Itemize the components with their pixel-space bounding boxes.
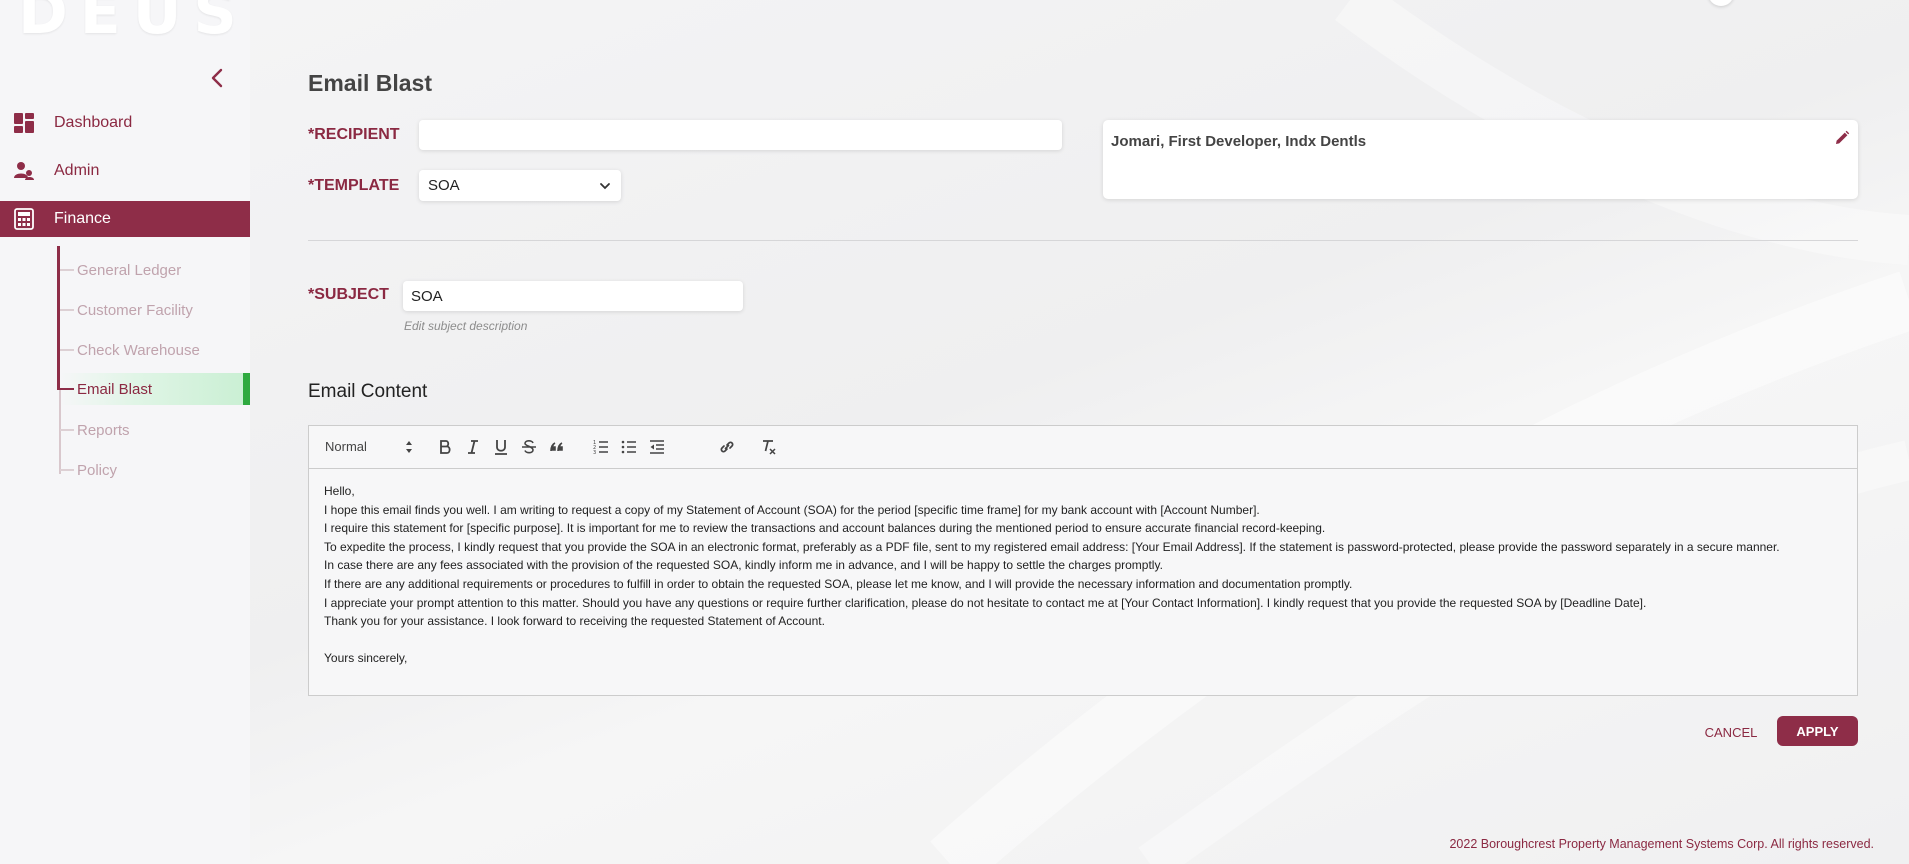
ordered-list-icon[interactable]: 123: [591, 437, 611, 457]
subject-hint: Edit subject description: [404, 319, 528, 333]
section-divider: [308, 240, 1858, 241]
sidebar-subitem-email-blast[interactable]: Email Blast: [60, 373, 250, 405]
sidebar-item-dashboard[interactable]: Dashboard: [0, 105, 250, 141]
email-body-line: In case there are any fees associated wi…: [324, 558, 1163, 573]
selected-recipients-card: Jomari, First Developer, Indx Dentls: [1103, 120, 1858, 199]
apply-button[interactable]: APPLY: [1777, 716, 1858, 746]
underline-icon[interactable]: [491, 437, 511, 457]
app-logo: DEUS: [18, 0, 249, 48]
email-body-line: Thank you for your assistance. I look fo…: [324, 614, 825, 629]
footer-copyright: 2022 Boroughcrest Property Management Sy…: [1449, 837, 1874, 851]
recipient-label: *RECIPIENT: [308, 126, 400, 143]
bullet-list-icon[interactable]: [619, 437, 639, 457]
bold-icon[interactable]: [435, 437, 455, 457]
email-body-line: To expedite the process, I kindly reques…: [324, 539, 1780, 554]
email-body-editor[interactable]: Hello, I hope this email finds you well.…: [309, 469, 1857, 668]
blockquote-icon[interactable]: [547, 437, 567, 457]
admin-users-icon: [13, 160, 35, 182]
sidebar-item-label: Admin: [54, 162, 100, 179]
subject-label: *SUBJECT: [308, 286, 389, 303]
sidebar-subitem-label: Customer Facility: [77, 301, 193, 319]
finance-calculator-icon: [13, 208, 35, 230]
svg-text:3: 3: [593, 450, 596, 456]
cancel-button[interactable]: CANCEL: [1697, 718, 1765, 746]
template-select[interactable]: SOA: [419, 170, 621, 201]
sidebar-item-admin[interactable]: Admin: [0, 153, 250, 189]
template-select-value: SOA: [428, 177, 460, 194]
sidebar-item-finance[interactable]: Finance: [0, 201, 250, 237]
email-body-line: I hope this email finds you well. I am w…: [324, 502, 1260, 517]
outdent-icon[interactable]: [647, 437, 667, 457]
sidebar-subitem-label: Policy: [77, 461, 118, 479]
email-body-line: [324, 631, 1842, 650]
clear-format-icon[interactable]: [759, 437, 779, 457]
email-body-line: I appreciate your prompt attention to th…: [324, 595, 1647, 610]
email-body-line: I require this statement for [specific p…: [324, 521, 1326, 536]
email-body-line: If there are any additional requirements…: [324, 576, 1353, 591]
email-content-title: Email Content: [308, 381, 428, 402]
user-avatar-button[interactable]: [1708, 0, 1734, 6]
italic-icon[interactable]: [463, 437, 483, 457]
chevron-left-icon[interactable]: [206, 66, 230, 90]
editor-toolbar: Normal 123: [309, 426, 1857, 469]
sidebar-item-label: Dashboard: [54, 114, 133, 131]
pencil-edit-icon[interactable]: [1834, 130, 1850, 146]
sidebar: DEUS Dashboard Admin Finance General Led…: [0, 0, 250, 864]
main-content: Email Blast *RECIPIENT *TEMPLATE SOA Jom…: [250, 0, 1909, 864]
sidebar-subitem-general-ledger[interactable]: General Ledger: [60, 254, 250, 286]
email-body-line: Hello,: [324, 484, 355, 498]
sidebar-subitem-label: Check Warehouse: [77, 341, 200, 359]
rich-text-editor: Normal 123 Hello, I hope this email find…: [308, 425, 1858, 696]
sidebar-item-label: Finance: [54, 210, 111, 227]
sidebar-subitem-check-warehouse[interactable]: Check Warehouse: [60, 334, 250, 366]
updown-arrows-icon: [405, 440, 413, 454]
dashboard-icon: [13, 112, 35, 134]
format-select[interactable]: Normal: [325, 439, 417, 457]
recipient-input[interactable]: [419, 120, 1062, 150]
sidebar-subitem-policy[interactable]: Policy: [60, 454, 250, 486]
sidebar-subitem-label: Email Blast: [77, 380, 153, 398]
template-label: *TEMPLATE: [308, 177, 400, 194]
strikethrough-icon[interactable]: [519, 437, 539, 457]
sidebar-subitem-customer-facility[interactable]: Customer Facility: [60, 294, 250, 326]
sidebar-subitem-label: Reports: [77, 421, 130, 439]
link-icon[interactable]: [717, 437, 737, 457]
email-body-line: Yours sincerely,: [324, 651, 408, 666]
page-title: Email Blast: [308, 70, 432, 96]
format-select-value: Normal: [325, 439, 367, 454]
sidebar-subitem-reports[interactable]: Reports: [60, 414, 250, 446]
subject-input[interactable]: SOA: [403, 281, 743, 311]
selected-recipients-list: Jomari, First Developer, Indx Dentls: [1111, 133, 1367, 150]
chevron-down-icon: [599, 179, 611, 191]
sidebar-subitem-label: General Ledger: [77, 261, 182, 279]
